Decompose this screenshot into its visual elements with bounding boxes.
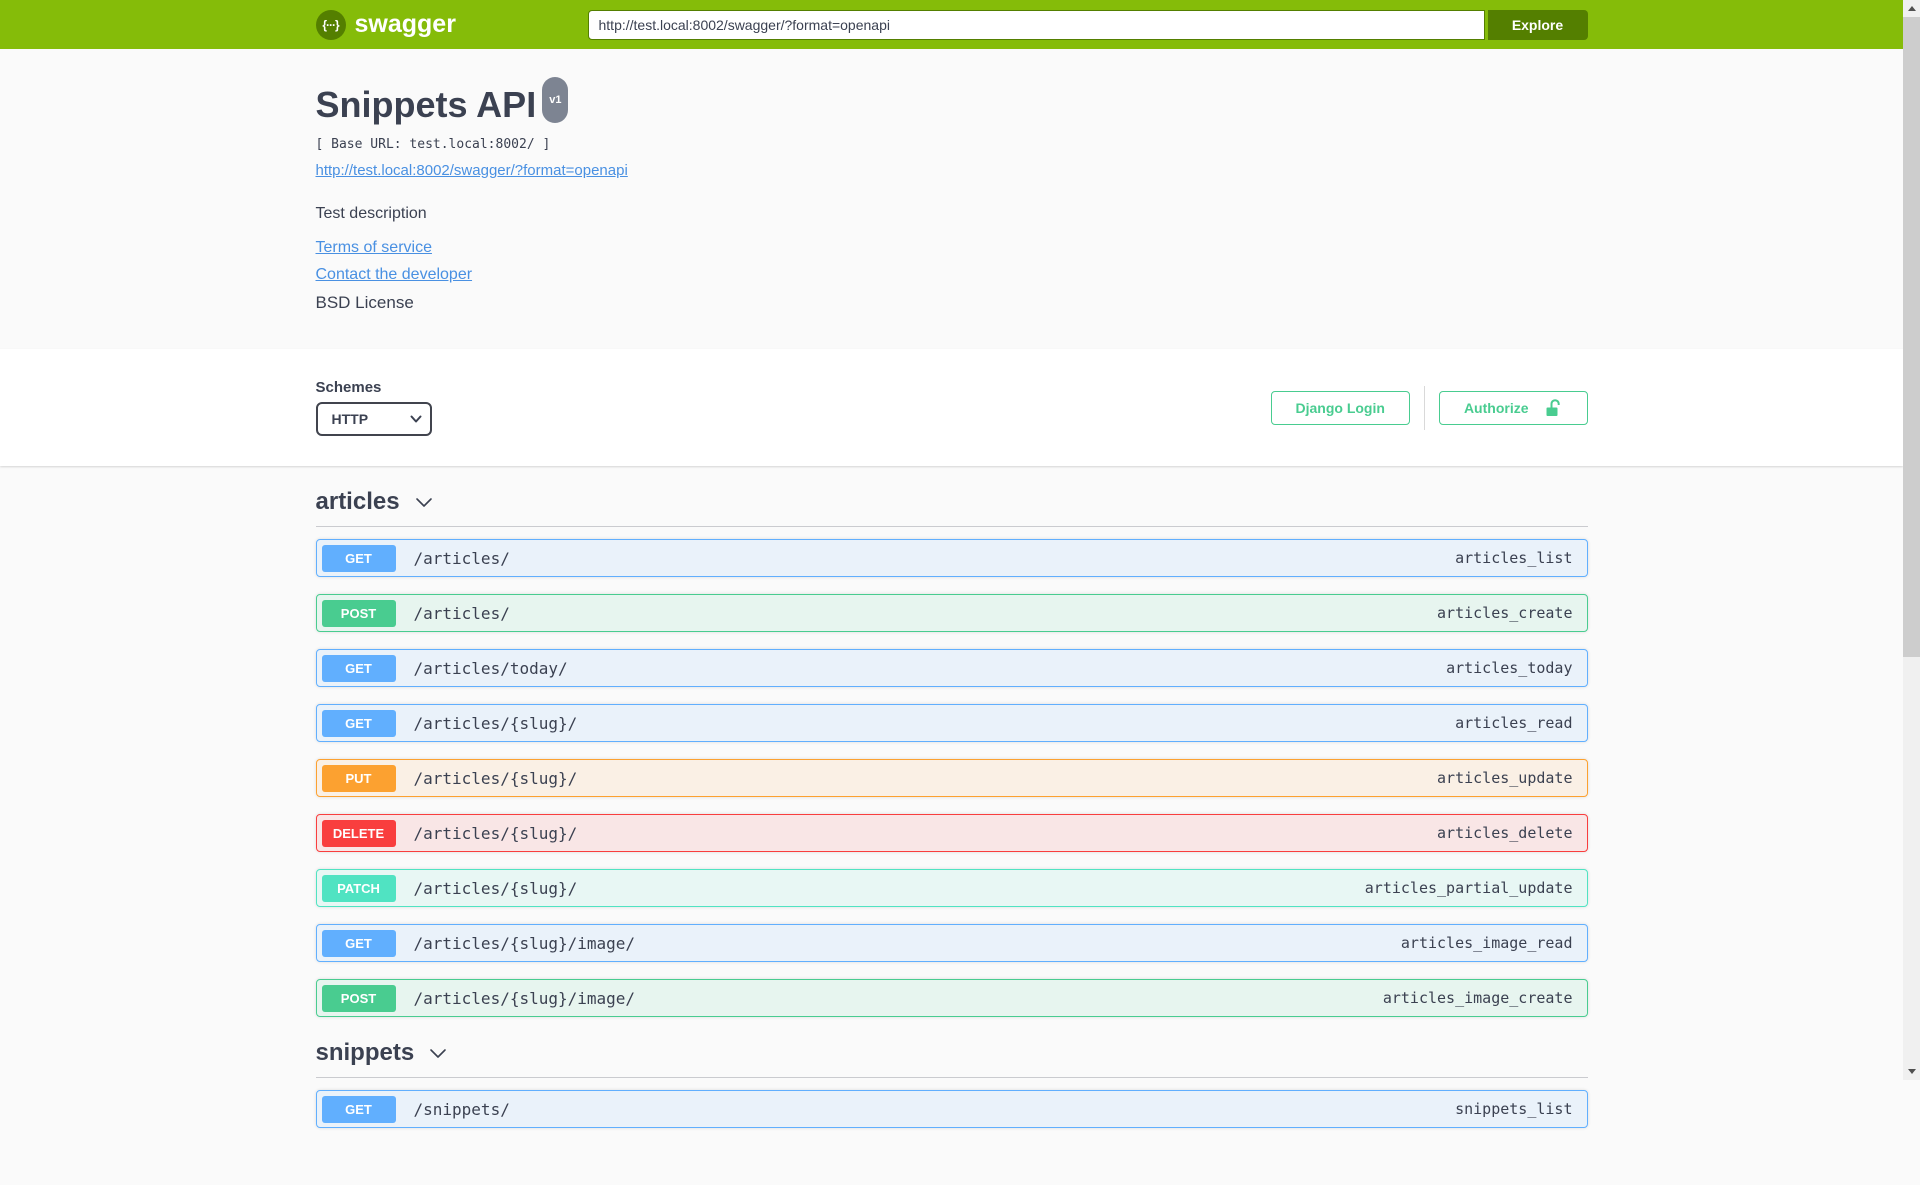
topbar: {···} swagger Explore	[0, 0, 1903, 49]
terms-of-service-link[interactable]: Terms of service	[316, 239, 432, 257]
page-title: Snippets API v1	[315, 77, 569, 131]
operation-row[interactable]: PUT /articles/{slug}/ articles_update	[315, 759, 1588, 797]
operation-path: /articles/	[413, 603, 510, 623]
operation-row[interactable]: DELETE /articles/{slug}/ articles_delete	[315, 814, 1588, 852]
operation-row[interactable]: GET /articles/ articles_list	[315, 539, 1588, 577]
method-badge: GET	[321, 709, 396, 737]
schemes-block: Schemes HTTP	[315, 379, 432, 436]
operation-id: articles_create	[1437, 604, 1573, 622]
operation-path: /articles/{slug}/	[413, 823, 578, 843]
operation-path: /articles/today/	[413, 658, 568, 678]
operation-id: articles_update	[1437, 769, 1573, 787]
operation-row[interactable]: GET /articles/{slug}/image/ articles_ima…	[315, 924, 1588, 962]
version-badge: v1	[542, 77, 569, 123]
schemes-label: Schemes	[315, 379, 382, 396]
api-description: Test description	[315, 205, 427, 222]
unlocked-padlock-icon	[1543, 398, 1563, 418]
swagger-logo-icon: {···}	[315, 9, 346, 40]
explore-url-input[interactable]	[587, 9, 1485, 40]
operation-id: articles_partial_update	[1364, 879, 1573, 897]
operation-row[interactable]: GET /articles/{slug}/ articles_read	[315, 704, 1588, 742]
tag-header[interactable]: articles	[315, 488, 1588, 527]
operation-id: articles_today	[1446, 659, 1573, 677]
operation-row[interactable]: PATCH /articles/{slug}/ articles_partial…	[315, 869, 1588, 907]
operation-id: articles_list	[1455, 549, 1573, 567]
operation-id: snippets_list	[1455, 1100, 1573, 1118]
scrollbar-down-arrow[interactable]	[1903, 1063, 1920, 1080]
base-url: [ Base URL: test.local:8002/ ]	[315, 137, 551, 152]
operation-path: /articles/{slug}/	[413, 768, 578, 788]
scrollbar-thumb[interactable]	[1903, 17, 1920, 657]
scrollbar-up-arrow[interactable]	[1903, 0, 1920, 17]
operation-row[interactable]: POST /articles/ articles_create	[315, 594, 1588, 632]
operation-path: /articles/{slug}/	[413, 713, 578, 733]
operation-row[interactable]: POST /articles/{slug}/image/ articles_im…	[315, 979, 1588, 1017]
method-badge: POST	[321, 599, 396, 627]
method-badge: POST	[321, 984, 396, 1012]
operation-id: articles_read	[1455, 714, 1573, 732]
authorize-label: Authorize	[1463, 399, 1529, 416]
explore-button[interactable]: Explore	[1487, 9, 1588, 40]
swagger-brand: {···} swagger	[315, 9, 588, 40]
scrollbar[interactable]	[1903, 0, 1920, 1080]
chevron-down-icon[interactable]	[412, 490, 436, 514]
api-title-text: Snippets API	[315, 84, 537, 125]
section-tag-label: articles	[315, 488, 400, 515]
tag-header[interactable]: snippets	[315, 1039, 1588, 1078]
operation-path: /articles/	[413, 548, 510, 568]
operation-id: articles_image_read	[1400, 934, 1573, 952]
method-badge: GET	[321, 654, 396, 682]
method-badge: GET	[321, 544, 396, 572]
auth-divider	[1423, 385, 1425, 430]
method-badge: DELETE	[321, 819, 396, 847]
operation-path: /articles/{slug}/image/	[413, 933, 636, 953]
operation-list: GET /articles/ articles_list POST /artic…	[315, 539, 1588, 1017]
method-badge: PUT	[321, 764, 396, 792]
scheme-container: Schemes HTTP Django Login Authorize	[0, 349, 1903, 466]
section-tag-label: snippets	[315, 1039, 415, 1066]
tag-section: articles GET /articles/ articles_list PO…	[315, 488, 1588, 1017]
tag-section: snippets GET /snippets/ snippets_list	[315, 1039, 1588, 1128]
operation-id: articles_image_create	[1382, 989, 1573, 1007]
page: {···} swagger Explore Snippets APIv1 [ B…	[0, 0, 1903, 1185]
operation-row[interactable]: GET /articles/today/ articles_today	[315, 649, 1588, 687]
spec-link[interactable]: http://test.local:8002/swagger/?format=o…	[316, 162, 628, 179]
auth-wrapper: Django Login Authorize	[1270, 385, 1588, 430]
operation-path: /articles/{slug}/image/	[413, 988, 636, 1008]
method-badge: GET	[321, 929, 396, 957]
operation-list: GET /snippets/ snippets_list	[315, 1090, 1588, 1128]
license-label: BSD License	[315, 293, 414, 312]
operation-path: /articles/{slug}/	[413, 878, 578, 898]
brand-label: swagger	[354, 10, 456, 38]
authorize-button[interactable]: Authorize	[1438, 390, 1588, 425]
chevron-down-icon[interactable]	[426, 1041, 450, 1065]
operation-id: articles_delete	[1437, 824, 1573, 842]
scheme-select[interactable]: HTTP	[315, 402, 432, 436]
method-badge: GET	[321, 1095, 396, 1123]
contact-developer-link[interactable]: Contact the developer	[316, 266, 473, 284]
information-container: Snippets API v1 [ Base URL: test.local:80…	[0, 49, 1903, 349]
operation-row[interactable]: GET /snippets/ snippets_list	[315, 1090, 1588, 1128]
operations-container: articles GET /articles/ articles_list PO…	[315, 488, 1588, 1185]
operation-path: /snippets/	[413, 1099, 510, 1119]
django-login-button[interactable]: Django Login	[1270, 390, 1410, 425]
method-badge: PATCH	[321, 874, 396, 902]
